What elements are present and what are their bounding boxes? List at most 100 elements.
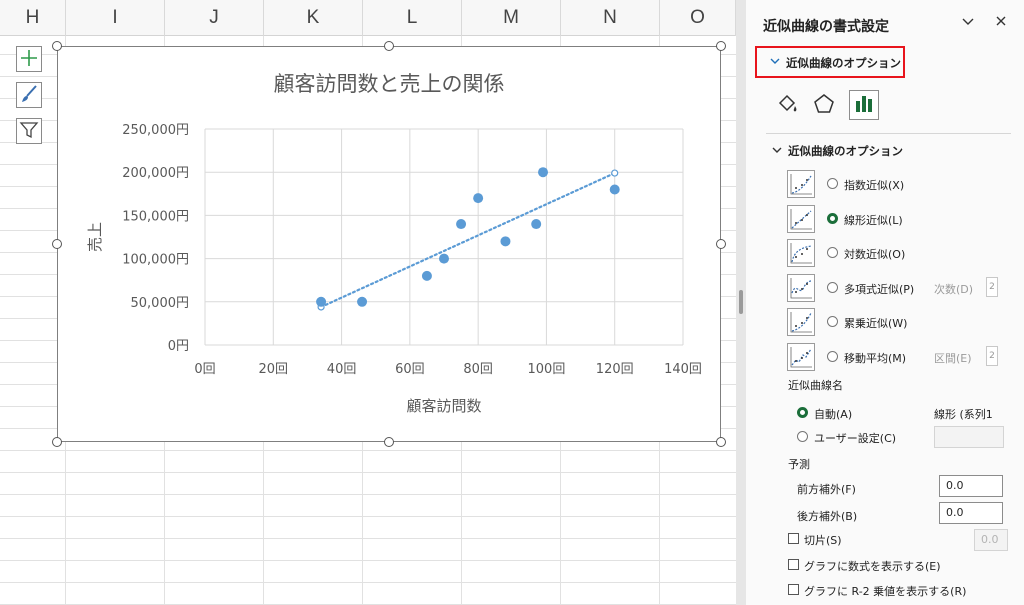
paint-bucket-icon — [775, 92, 799, 119]
column-header-j[interactable]: J — [165, 0, 264, 36]
show-equation-checkbox[interactable] — [788, 559, 799, 570]
column-header-m[interactable]: M — [462, 0, 561, 36]
grid-line — [0, 560, 736, 561]
period-label: 区間(E) — [934, 351, 972, 365]
trendline-radio[interactable] — [827, 247, 838, 258]
data-point[interactable] — [439, 253, 449, 264]
data-point[interactable] — [316, 296, 327, 307]
intercept-input[interactable]: 0.0 — [974, 529, 1008, 551]
backward-input[interactable]: 0.0 — [939, 502, 1003, 524]
chart-area[interactable]: 0回 20回 40回 60回 80回 100回 120回 140回 0円 50,000円 100,0… — [57, 46, 721, 442]
trendline-option-label: 線形近似(L) — [844, 213, 903, 227]
trendline[interactable] — [319, 171, 616, 309]
trendline-options-header[interactable]: 近似曲線のオプション — [786, 55, 901, 71]
power-trendline-icon — [787, 308, 815, 336]
chevron-down-icon — [770, 56, 780, 69]
splitter-grip[interactable] — [739, 290, 743, 314]
show-equation-label: グラフに数式を表示する(E) — [804, 560, 941, 573]
chart-filters-button[interactable] — [16, 118, 42, 144]
resize-handle-top[interactable] — [384, 41, 394, 51]
filter-icon — [19, 120, 39, 143]
chevron-down-icon[interactable] — [961, 14, 975, 32]
resize-handle-bottom-right[interactable] — [716, 437, 726, 447]
trendline-option-label: 累乗近似(W) — [844, 317, 908, 330]
format-trendline-pane: 近似曲線の書式設定 近似曲線のオプション 近似曲線のオプション 指数近似(X) 線… — [746, 0, 1024, 605]
data-point[interactable] — [357, 296, 368, 307]
forward-label: 前方補外(F) — [797, 483, 856, 496]
column-header-i[interactable]: I — [66, 0, 165, 36]
auto-name-label: 自動(A) — [814, 408, 853, 421]
trendline-handle[interactable] — [611, 169, 619, 177]
paintbrush-icon — [19, 84, 39, 107]
trendline-radio[interactable] — [827, 350, 838, 362]
order-spinner[interactable]: 2 — [986, 276, 998, 297]
column-header-h[interactable]: H — [0, 0, 66, 36]
y-tick-label: 250,000円 — [122, 123, 189, 138]
resize-handle-left[interactable] — [52, 239, 62, 249]
show-r2-checkbox[interactable] — [788, 584, 799, 595]
grid-line — [0, 516, 736, 517]
custom-name-input[interactable] — [934, 426, 1004, 448]
trendline-radio[interactable] — [827, 316, 838, 327]
forward-input[interactable]: 0.0 — [939, 475, 1003, 497]
pane-splitter[interactable] — [736, 0, 746, 605]
resize-handle-top-right[interactable] — [716, 41, 726, 51]
resize-handle-bottom-left[interactable] — [52, 437, 62, 447]
resize-handle-right[interactable] — [716, 239, 726, 249]
x-tick-label: 0回 — [194, 362, 215, 377]
x-tick-label: 60回 — [395, 362, 425, 377]
column-header-o[interactable]: O — [660, 0, 736, 36]
data-point[interactable] — [538, 167, 549, 178]
trendline-options-tab[interactable] — [849, 90, 879, 120]
trendline-option-label: 対数近似(O) — [844, 248, 906, 261]
trendline-radio[interactable] — [827, 212, 838, 224]
x-tick-label: 100回 — [528, 362, 566, 377]
trendline-radio[interactable] — [827, 178, 838, 189]
logarithmic-trendline-icon — [787, 239, 815, 267]
show-r2-label: グラフに R-2 乗値を表示する(R) — [804, 585, 967, 598]
data-point[interactable] — [421, 270, 432, 281]
resize-handle-top-left[interactable] — [52, 41, 62, 51]
data-point[interactable] — [473, 193, 484, 204]
x-tick-label: 40回 — [327, 362, 357, 377]
trendline-radio[interactable] — [827, 281, 838, 293]
grid-line — [0, 472, 736, 473]
x-tick-label: 20回 — [259, 362, 289, 377]
data-point[interactable] — [609, 184, 620, 195]
close-icon[interactable] — [994, 14, 1008, 32]
scatter-chart[interactable]: 0回 20回 40回 60回 80回 100回 120回 140回 0円 50,000円 100,0… — [58, 47, 720, 441]
grid-line — [0, 582, 736, 583]
x-axis-title[interactable]: 顧客訪問数 — [406, 397, 481, 415]
column-header-k[interactable]: K — [264, 0, 363, 36]
data-point[interactable] — [500, 236, 511, 247]
data-point[interactable] — [531, 219, 542, 230]
chart-title[interactable]: 顧客訪問数と売上の関係 — [274, 72, 505, 96]
y-axis-title[interactable]: 売上 — [86, 222, 104, 252]
y-tick-label: 200,000円 — [122, 166, 189, 181]
polynomial-trendline-icon — [787, 273, 815, 302]
column-header-n[interactable]: N — [561, 0, 660, 36]
trendline-option-label: 指数近似(X) — [844, 179, 905, 192]
resize-handle-bottom[interactable] — [384, 437, 394, 447]
pentagon-icon — [812, 92, 836, 119]
auto-name-radio[interactable] — [797, 407, 808, 418]
period-spinner[interactable]: 2 — [986, 345, 998, 366]
column-header-l[interactable]: L — [363, 0, 462, 36]
effects-tab[interactable] — [809, 90, 839, 120]
trendline-options-subheader[interactable]: 近似曲線のオプション — [788, 143, 903, 159]
moving-average-trendline-icon — [787, 342, 815, 371]
custom-name-radio[interactable] — [797, 431, 808, 442]
x-tick-label: 80回 — [463, 362, 493, 377]
divider — [766, 133, 1011, 134]
pane-title: 近似曲線の書式設定 — [763, 19, 889, 35]
spreadsheet[interactable]: HIJKLMNO 0回 20回 40回 60回 80回 100回 120回 140回 0円 50,… — [0, 0, 736, 605]
y-tick-label: 100,000円 — [122, 253, 189, 268]
x-tick-label: 120回 — [596, 362, 634, 377]
intercept-checkbox[interactable] — [788, 533, 799, 544]
chart-elements-button[interactable] — [16, 46, 42, 72]
trendline-option-label: 移動平均(M) — [844, 351, 907, 365]
fill-line-tab[interactable] — [772, 90, 802, 120]
data-point[interactable] — [456, 219, 467, 230]
chart-styles-button[interactable] — [16, 82, 42, 108]
chevron-down-icon — [772, 145, 782, 158]
